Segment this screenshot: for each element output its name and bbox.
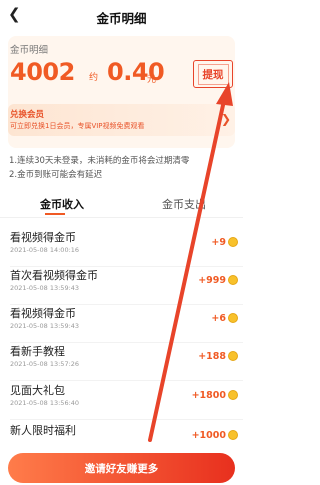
coin-icon (228, 430, 238, 440)
record-time: 2021-05-08 13:59:43 (10, 322, 80, 330)
record-title: 看视频得金币 (10, 231, 76, 244)
invite-friends-button[interactable]: 邀请好友赚更多 (8, 453, 235, 483)
record-amount: +9 (211, 237, 226, 248)
notice-line: 1.连续30天未登录，未消耗的金币将会过期清零 (9, 156, 190, 166)
coin-icon (228, 237, 238, 247)
approx-label: 约 (89, 73, 99, 83)
withdraw-button[interactable]: 提现 (193, 60, 233, 88)
record-title: 首次看视频得金币 (10, 269, 98, 282)
withdraw-label: 提现 (197, 63, 229, 85)
record-amount: +1800 (191, 390, 226, 401)
record-time: 2021-05-08 14:00:16 (10, 246, 80, 254)
row-divider (10, 380, 243, 381)
list-item: 首次看视频得金币 2021-05-08 13:59:43 +999 (0, 267, 243, 305)
balance-label: 金币明细 (10, 45, 49, 56)
vip-description: 可立即兑换1日会员，专属VIP视频免费观看 (10, 122, 145, 130)
tab-income[interactable]: 金币收入 (40, 196, 84, 212)
chevron-right-icon[interactable]: ❯ (221, 112, 231, 126)
notice-line: 2.金币到账可能会有延迟 (9, 170, 103, 180)
coin-balance: 4002 (10, 58, 75, 86)
record-amount: +188 (198, 351, 226, 362)
list-item: 见面大礼包 2021-05-08 13:56:40 +1800 (0, 382, 243, 420)
divider (0, 217, 243, 218)
top-bar: ❮ 金币明细 (0, 0, 243, 30)
record-amount: +999 (198, 275, 226, 286)
record-title: 看视频得金币 (10, 307, 76, 320)
coin-icon (228, 313, 238, 323)
page-title: 金币明细 (96, 11, 147, 26)
row-divider (10, 419, 243, 420)
record-amount: +1000 (191, 430, 226, 441)
coin-icon (228, 275, 238, 285)
record-title: 看新手教程 (10, 345, 65, 358)
list-item: 看新手教程 2021-05-08 13:57:26 +188 (0, 343, 243, 381)
tab-expense[interactable]: 金币支出 (162, 196, 206, 212)
record-title: 新人限时福利 (10, 424, 76, 437)
record-time: 2021-05-08 13:56:40 (10, 399, 80, 407)
list-item: 看视频得金币 2021-05-08 13:59:43 +6 (0, 305, 243, 343)
record-title: 见面大礼包 (10, 384, 65, 397)
coin-icon (228, 390, 238, 400)
record-time: 2021-05-08 13:57:26 (10, 360, 80, 368)
record-amount: +6 (211, 313, 226, 324)
currency-unit: 元 (147, 75, 157, 85)
list-item: 看视频得金币 2021-05-08 14:00:16 +9 (0, 229, 243, 267)
coin-icon (228, 351, 238, 361)
record-time: 2021-05-08 13:59:43 (10, 284, 80, 292)
vip-title: 兑换会员 (10, 110, 45, 120)
active-tab-indicator (45, 213, 65, 215)
